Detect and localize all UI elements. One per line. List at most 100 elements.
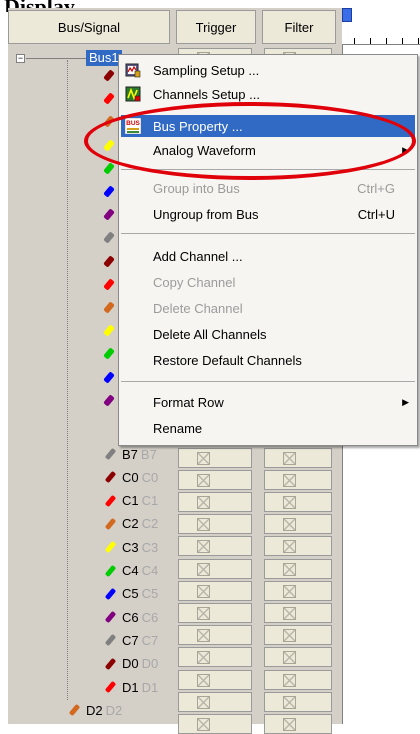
menu-item-analog-waveform[interactable]: Analog Waveform ▶ <box>121 139 415 161</box>
signal-row[interactable]: C1 C1 <box>104 491 158 511</box>
probe-icon <box>68 703 82 717</box>
trigger-cell[interactable] <box>178 558 252 579</box>
probe-icon <box>104 540 118 554</box>
trigger-cell[interactable] <box>178 469 252 490</box>
probe-icon <box>104 447 118 461</box>
sampling-setup-icon <box>125 63 141 78</box>
menu-label: Delete Channel <box>153 300 243 316</box>
menu-item-restore-default-channels[interactable]: Restore Default Channels <box>121 349 415 371</box>
trigger-cell[interactable] <box>178 492 252 512</box>
trigger-cell[interactable] <box>178 625 252 646</box>
signal-alias: C6 <box>141 609 159 625</box>
signal-row[interactable]: C3 C3 <box>104 537 158 557</box>
signal-name: C7 <box>122 632 139 648</box>
menu-label: Analog Waveform <box>153 142 256 158</box>
cursor-marker[interactable] <box>342 8 352 22</box>
trigger-cell[interactable] <box>178 536 252 557</box>
menu-item-bus-property[interactable]: BUS Bus Property ... <box>121 115 415 137</box>
column-header-trigger[interactable]: Trigger <box>176 10 256 44</box>
trigger-cell[interactable] <box>178 580 252 601</box>
menu-item-sampling-setup[interactable]: Sampling Setup ... <box>121 59 415 81</box>
probe-icon <box>104 587 118 601</box>
probe-icon <box>104 680 118 694</box>
filter-cell[interactable] <box>264 625 332 646</box>
menu-item-channels-setup[interactable]: Channels Setup ... <box>121 83 415 105</box>
menu-item-delete-all-channels[interactable]: Delete All Channels <box>121 323 415 345</box>
bus-item-label[interactable]: Bus1 <box>86 50 122 66</box>
trigger-cell[interactable] <box>178 447 252 468</box>
filter-cell[interactable] <box>264 647 332 668</box>
collapse-toggle[interactable]: − <box>16 54 25 63</box>
submenu-arrow-icon: ▶ <box>402 144 409 155</box>
signal-row[interactable]: B7 B7 <box>104 444 157 464</box>
menu-label: Copy Channel <box>153 274 236 290</box>
signal-row[interactable]: C5 C5 <box>104 584 158 604</box>
time-ruler[interactable] <box>342 8 420 45</box>
signal-row[interactable]: D2 D2 <box>68 700 122 720</box>
menu-label: Format Row <box>153 394 224 410</box>
signal-alias: C3 <box>141 539 159 555</box>
signal-row[interactable]: C6 C6 <box>104 607 158 627</box>
trigger-cell[interactable] <box>178 669 252 690</box>
signal-name: B7 <box>122 446 138 462</box>
bus-icon: BUS <box>125 118 141 134</box>
menu-label: Add Channel ... <box>153 248 243 264</box>
trigger-cell[interactable] <box>178 714 252 734</box>
menu-shortcut: Ctrl+G <box>357 180 395 196</box>
menu-item-rename[interactable]: Rename <box>121 417 415 439</box>
signal-alias: C0 <box>141 469 159 485</box>
menu-label: Restore Default Channels <box>153 352 302 368</box>
filter-cell[interactable] <box>264 447 332 468</box>
trigger-cell[interactable] <box>178 603 252 623</box>
signal-alias: D0 <box>141 656 159 672</box>
signal-row[interactable]: D1 D1 <box>104 677 158 697</box>
column-header-filter[interactable]: Filter <box>262 10 336 44</box>
menu-item-format-row[interactable]: Format Row ▶ <box>121 391 415 413</box>
submenu-arrow-icon: ▶ <box>402 396 409 407</box>
signal-name: C2 <box>122 516 139 532</box>
signal-alias: C5 <box>141 586 159 602</box>
menu-label: Rename <box>153 420 203 436</box>
menu-item-ungroup-from-bus[interactable]: Ungroup from Bus Ctrl+U <box>121 203 415 225</box>
filter-cell[interactable] <box>264 469 332 490</box>
signal-name: C1 <box>122 493 139 509</box>
filter-cell[interactable] <box>264 580 332 601</box>
bus-icon-text: BUS <box>126 120 140 127</box>
signal-row[interactable]: C7 C7 <box>104 630 158 650</box>
signal-row[interactable]: C4 C4 <box>104 561 158 581</box>
channels-setup-icon <box>125 86 141 102</box>
filter-cell[interactable] <box>264 603 332 623</box>
trigger-cell[interactable] <box>178 514 252 535</box>
filter-cell[interactable] <box>264 669 332 690</box>
filter-cell[interactable] <box>264 714 332 734</box>
trigger-cell[interactable] <box>178 691 252 712</box>
signal-name: D0 <box>122 656 139 672</box>
signal-row[interactable]: C2 C2 <box>104 514 158 534</box>
signal-row[interactable]: D0 D0 <box>104 654 158 674</box>
probe-icon <box>104 517 118 531</box>
signal-alias: C1 <box>141 493 159 509</box>
signal-name: C4 <box>122 563 139 578</box>
filter-cell[interactable] <box>264 514 332 535</box>
signal-name: C0 <box>122 469 139 485</box>
probe-icon <box>104 657 118 671</box>
menu-label: Ungroup from Bus <box>153 206 259 222</box>
menu-label: Group into Bus <box>153 180 240 196</box>
filter-cell[interactable] <box>264 558 332 579</box>
context-menu: Sampling Setup ... Channels Setup ... BU… <box>118 54 418 446</box>
signal-name: C6 <box>122 609 139 625</box>
signal-alias: C2 <box>141 516 159 532</box>
menu-label: Sampling Setup ... <box>153 62 260 78</box>
filter-cell[interactable] <box>264 492 332 512</box>
signal-alias: B7 <box>140 446 157 462</box>
probe-icon <box>104 564 118 578</box>
menu-separator <box>121 169 415 170</box>
filter-cell[interactable] <box>264 536 332 557</box>
column-header-bus-signal[interactable]: Bus/Signal <box>8 10 170 44</box>
menu-item-add-channel[interactable]: Add Channel ... <box>121 245 415 267</box>
signal-row[interactable]: C0 C0 <box>104 467 158 487</box>
filter-cell[interactable] <box>264 691 332 712</box>
trigger-cell[interactable] <box>178 647 252 668</box>
menu-item-group-into-bus: Group into Bus Ctrl+G <box>121 177 415 199</box>
probe-icon <box>104 610 118 624</box>
